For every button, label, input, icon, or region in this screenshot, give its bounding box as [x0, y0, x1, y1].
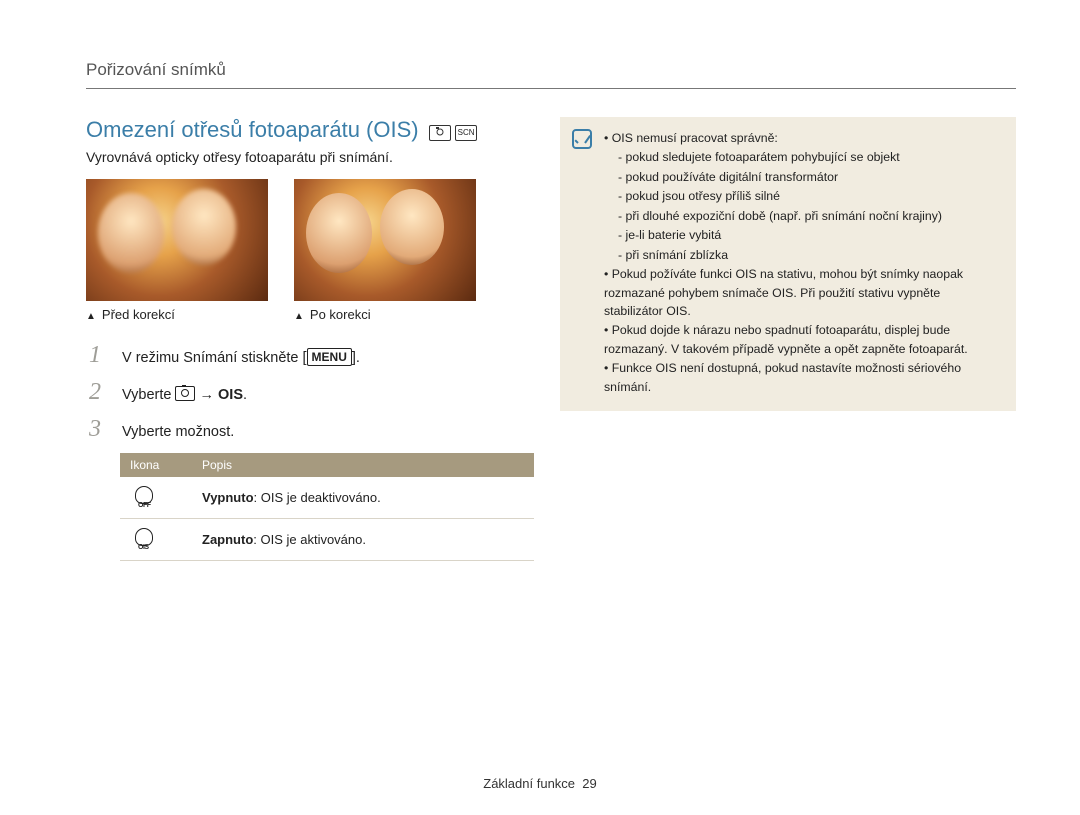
step-2-text-a: Vyberte [122, 387, 175, 403]
step-1: 1 V režimu Snímání stiskněte [MENU]. [86, 342, 526, 369]
note-box: OIS nemusí pracovat správně: pokud sledu… [560, 117, 1016, 411]
note-dash-5: je-li baterie vybitá [618, 226, 1002, 244]
table-desc-cell: Zapnuto: OIS je aktivováno. [192, 519, 534, 561]
intro-text: Vyrovnává opticky otřesy fotoaparátu při… [86, 149, 526, 165]
note-bullet-4: Funkce OIS není dostupná, pokud nastavít… [604, 359, 1002, 396]
step-num-1: 1 [86, 342, 104, 369]
table-icon-cell: OFF [120, 477, 192, 519]
table-row: OIS Zapnuto: OIS je aktivováno. [120, 519, 534, 561]
mode-icon-photo [429, 125, 451, 141]
note-dash-3: pokud jsou otřesy příliš silné [618, 187, 1002, 205]
mode-icon-scene: SCN [455, 125, 477, 141]
step-num-2: 2 [86, 379, 104, 406]
table-head-icon: Ikona [120, 453, 192, 477]
ois-icon: OIS [130, 527, 156, 549]
options-table: Ikona Popis OFF Vypnuto: OIS je deaktivov… [120, 453, 534, 561]
footer-page-number: 29 [582, 776, 596, 791]
note-dash-6: při snímání zblízka [618, 246, 1002, 264]
step-2: 2 Vyberte → OIS. [86, 379, 526, 406]
photo-before [86, 179, 268, 301]
step-2-ois: OIS [218, 387, 243, 403]
step-3: 3 Vyberte možnost. [86, 416, 526, 443]
right-column: OIS nemusí pracovat správně: pokud sledu… [560, 117, 1016, 561]
photo-compare: Před korekcí Po korekci [86, 179, 526, 322]
step-1-text-b: ]. [352, 350, 360, 366]
footer-section: Základní funkce [483, 776, 575, 791]
info-icon [572, 129, 592, 149]
step-num-3: 3 [86, 416, 104, 443]
caption-before: Před korekcí [86, 307, 268, 322]
menu-button-label: MENU [307, 348, 352, 366]
table-row: OFF Vypnuto: OIS je deaktivováno. [120, 477, 534, 519]
left-column: Omezení otřesů fotoaparátu (OIS) SCN Vyr… [86, 117, 526, 561]
caption-after: Po korekci [294, 307, 476, 322]
footer: Základní funkce 29 [0, 776, 1080, 791]
step-1-text-a: V režimu Snímání stiskněte [ [122, 350, 307, 366]
page: Pořizování snímků Omezení otřesů fotoapa… [0, 0, 1080, 815]
photo-after [294, 179, 476, 301]
steps: 1 V režimu Snímání stiskněte [MENU]. 2 V… [86, 342, 526, 443]
photo-before-block: Před korekcí [86, 179, 268, 322]
camera-icon [175, 386, 195, 401]
table-icon-cell: OIS [120, 519, 192, 561]
ois-icon: OFF [130, 485, 156, 507]
note-bullet-2: Pokud požíváte funkci OIS na stativu, mo… [604, 265, 1002, 320]
note-bullet-3: Pokud dojde k nárazu nebo spadnutí fotoa… [604, 321, 1002, 358]
note-dash-2: pokud používáte digitální transformátor [618, 168, 1002, 186]
note-dash-1: pokud sledujete fotoaparátem pohybující … [618, 148, 1002, 166]
arrow-icon: → [195, 387, 218, 403]
table-desc-cell: Vypnuto: OIS je deaktivováno. [192, 477, 534, 519]
note-bullet-1: OIS nemusí pracovat správně: [604, 129, 1002, 147]
note-dash-4: při dlouhé expoziční době (např. při sní… [618, 207, 1002, 225]
mode-icons: SCN [429, 125, 477, 141]
page-title: Omezení otřesů fotoaparátu (OIS) [86, 117, 419, 142]
step-3-text: Vyberte možnost. [122, 424, 234, 440]
columns: Omezení otřesů fotoaparátu (OIS) SCN Vyr… [86, 117, 1016, 561]
section-header: Pořizování snímků [86, 60, 1016, 89]
photo-after-block: Po korekci [294, 179, 476, 322]
table-head-desc: Popis [192, 453, 534, 477]
step-2-text-b: . [243, 387, 247, 403]
